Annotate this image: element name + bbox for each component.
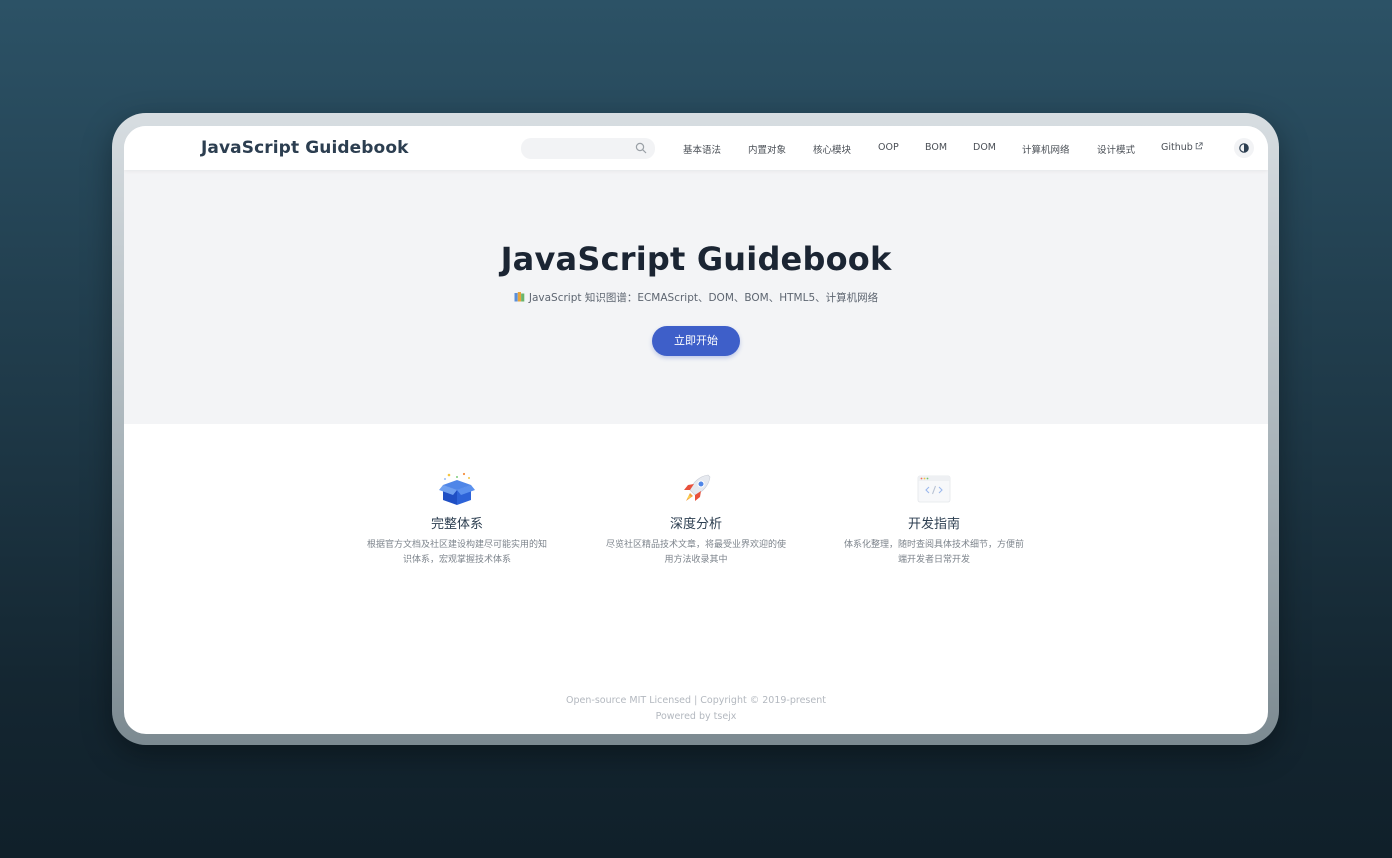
feature-description: 根据官方文档及社区建设构建尽可能实用的知识体系，宏观掌握技术体系 [367, 540, 548, 565]
feature-description: 体系化整理，随时查阅具体技术细节，方便前端开发者日常开发 [844, 540, 1025, 565]
nav-link-dom[interactable]: DOM [973, 142, 996, 153]
feature-description: 尽览社区精品技术文章，将最受业界欢迎的使用方法收录其中 [606, 540, 787, 565]
nav-link-builtin-objects[interactable]: 内置对象 [748, 142, 786, 156]
feature-title: 完整体系 [430, 517, 483, 532]
hero-title: JavaScript Guidebook [500, 240, 892, 278]
feature-card: 开发指南 体系化整理，随时查阅具体技术细节，方便前端开发者日常开发 [844, 471, 1024, 568]
hero-section: JavaScript Guidebook JavaScript 知识图谱：ECM… [124, 170, 1268, 424]
github-label: Github [1161, 142, 1193, 153]
books-icon [514, 292, 525, 302]
external-link-icon [1195, 142, 1203, 150]
rocket-icon [684, 474, 711, 501]
gift-box-icon [439, 472, 475, 505]
feature-card: 深度分析 尽览社区精品技术文章，将最受业界欢迎的使用方法收录其中 [606, 471, 786, 568]
feature-title: 深度分析 [669, 517, 722, 532]
nav-link-core-modules[interactable]: 核心模块 [813, 142, 851, 156]
contrast-icon [1239, 143, 1249, 153]
footer-powered-by: Powered by tsejx [655, 711, 737, 722]
page-footer: Open-source MIT Licensed | Copyright © 2… [124, 693, 1268, 725]
nav-link-network[interactable]: 计算机网络 [1022, 142, 1070, 156]
site-brand[interactable]: JavaScript Guidebook [201, 138, 409, 158]
nav-link-basic-syntax[interactable]: 基本语法 [683, 142, 721, 156]
get-started-button[interactable]: 立即开始 [652, 326, 740, 356]
browser-screen: JavaScript Guidebook 基本语法 内置对象 核心模块 OOP … [124, 126, 1268, 734]
hero-description: JavaScript 知识图谱：ECMAScript、DOM、BOM、HTML5… [124, 290, 1268, 305]
code-window-icon [917, 475, 951, 503]
top-navbar: JavaScript Guidebook 基本语法 内置对象 核心模块 OOP … [124, 126, 1268, 170]
nav-link-oop[interactable]: OOP [878, 142, 899, 153]
footer-license: Open-source MIT Licensed | Copyright © 2… [566, 695, 826, 706]
nav-link-bom[interactable]: BOM [925, 142, 947, 153]
feature-title: 开发指南 [907, 517, 960, 532]
search-icon [635, 142, 647, 154]
search-input[interactable] [521, 138, 655, 159]
nav-link-github[interactable]: Github [1161, 142, 1203, 153]
hero-description-text: JavaScript 知识图谱：ECMAScript、DOM、BOM、HTML5… [528, 292, 879, 304]
feature-card: 完整体系 根据官方文档及社区建设构建尽可能实用的知识体系，宏观掌握技术体系 [367, 471, 547, 568]
nav-link-design-patterns[interactable]: 设计模式 [1097, 142, 1135, 156]
theme-toggle-button[interactable] [1234, 138, 1254, 158]
